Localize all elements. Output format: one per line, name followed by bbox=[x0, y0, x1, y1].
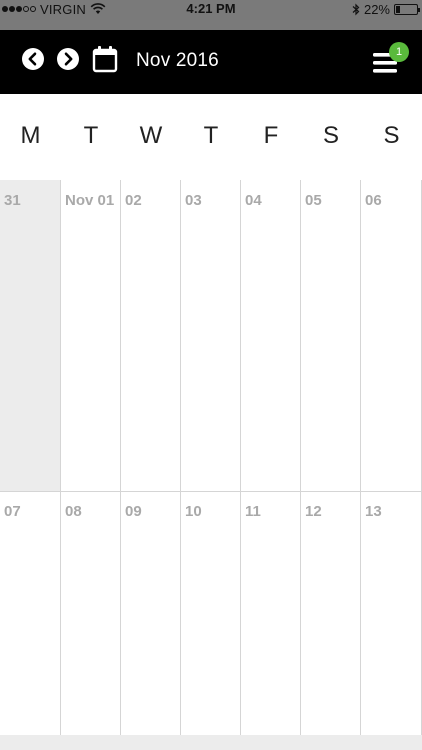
weekday-label: S bbox=[383, 122, 400, 149]
status-bar: VIRGIN 4:21 PM 22% bbox=[0, 0, 422, 30]
day-cell[interactable]: 04 bbox=[241, 180, 301, 491]
day-number: 07 bbox=[4, 503, 21, 520]
day-cell[interactable]: 05 bbox=[301, 180, 361, 491]
weekday-label: S bbox=[322, 122, 339, 149]
bluetooth-icon bbox=[352, 3, 360, 15]
day-cell[interactable]: 09 bbox=[121, 491, 181, 735]
calendar-toolbar: Nov 2016 1 bbox=[0, 30, 422, 94]
day-cell[interactable]: 07 bbox=[0, 491, 61, 735]
weekday-label: F bbox=[263, 122, 279, 149]
previous-month-button[interactable] bbox=[21, 47, 45, 71]
day-cell[interactable]: 11 bbox=[241, 491, 301, 735]
day-cell[interactable]: 08 bbox=[61, 491, 121, 735]
next-month-button[interactable] bbox=[56, 47, 80, 71]
day-number: 09 bbox=[125, 503, 142, 520]
day-cell[interactable]: Nov 01 bbox=[61, 180, 121, 491]
day-cell[interactable]: 06 bbox=[361, 180, 422, 491]
day-number: 11 bbox=[245, 503, 261, 520]
day-cell[interactable]: 31 bbox=[0, 180, 61, 491]
week-divider bbox=[0, 491, 422, 492]
status-right: 22% bbox=[352, 0, 420, 18]
battery-percent: 22% bbox=[363, 1, 390, 17]
weekday-label: T bbox=[83, 122, 99, 149]
day-number: 12 bbox=[305, 503, 322, 520]
month-grid: 31 Nov 01 02 03 04 05 06 07 08 09 10 11 12 13 bbox=[0, 180, 422, 735]
battery-fill bbox=[396, 5, 400, 13]
day-number: 10 bbox=[185, 503, 202, 520]
day-number: 13 bbox=[365, 503, 382, 520]
day-cell[interactable]: 13 bbox=[361, 491, 422, 735]
day-cell[interactable]: 02 bbox=[121, 180, 181, 491]
weekday-label: M bbox=[20, 122, 41, 149]
day-cell[interactable]: 12 bbox=[301, 491, 361, 735]
notification-badge: 1 bbox=[389, 42, 409, 62]
weekday-header: MTWTFSS bbox=[0, 94, 422, 180]
chevron-left-icon bbox=[22, 48, 44, 70]
current-month-label: Nov 2016 bbox=[136, 50, 219, 71]
day-number: 05 bbox=[305, 192, 322, 209]
weekday-label: W bbox=[139, 122, 163, 149]
day-cell[interactable]: 03 bbox=[181, 180, 241, 491]
day-number: 02 bbox=[125, 192, 142, 209]
weekday-label: T bbox=[203, 122, 219, 149]
bottom-bar bbox=[0, 735, 422, 750]
battery-icon bbox=[394, 3, 420, 15]
day-number: 03 bbox=[185, 192, 202, 209]
day-number: 04 bbox=[245, 192, 262, 209]
calendar-picker-button[interactable] bbox=[92, 45, 118, 73]
day-number: 31 bbox=[4, 192, 21, 209]
day-number: 08 bbox=[65, 503, 82, 520]
day-number: Nov 01 bbox=[65, 192, 115, 209]
calendar-icon bbox=[92, 46, 118, 73]
chevron-right-icon bbox=[57, 48, 79, 70]
day-number: 06 bbox=[365, 192, 382, 209]
day-cell[interactable]: 10 bbox=[181, 491, 241, 735]
